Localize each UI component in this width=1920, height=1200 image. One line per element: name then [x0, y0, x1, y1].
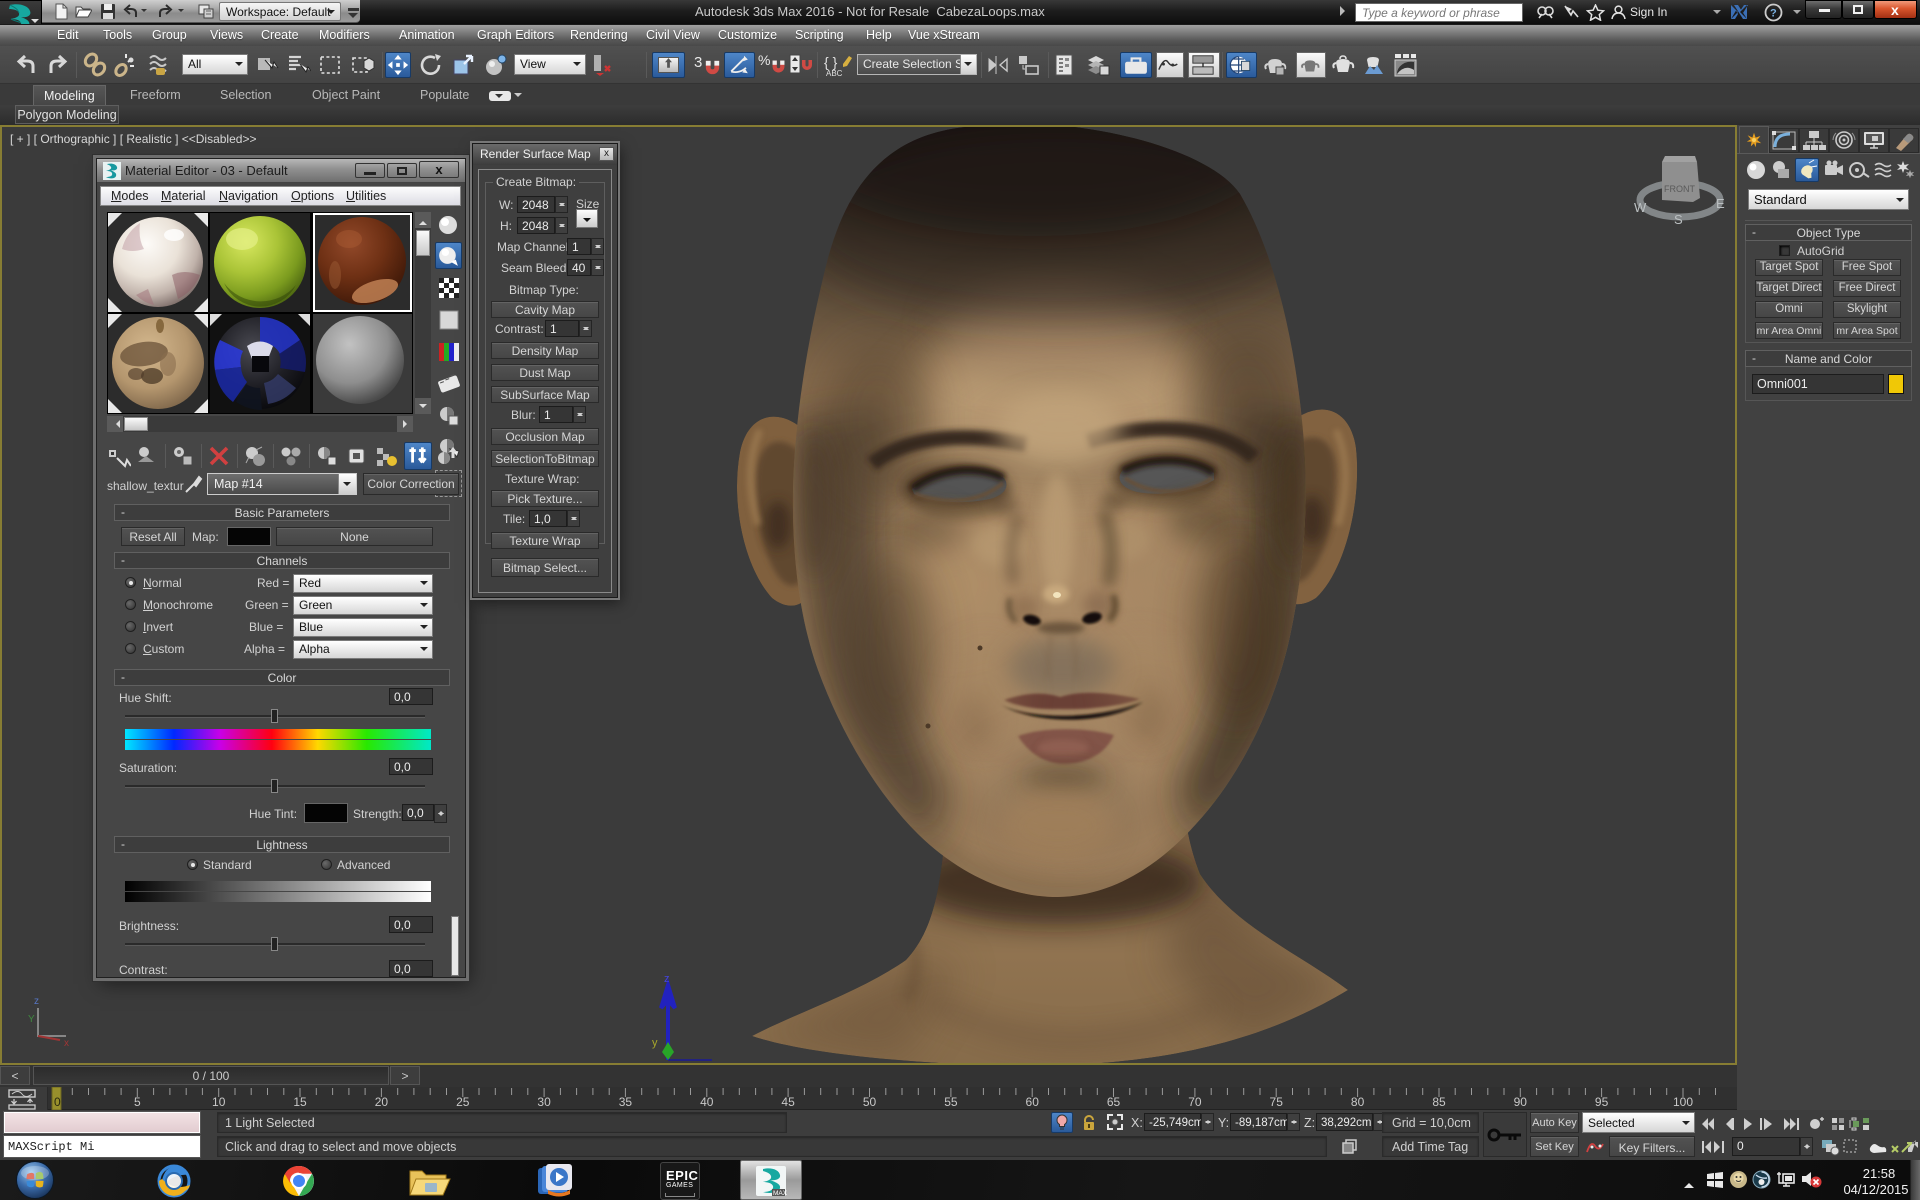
svg-text:MAX: MAX [773, 1190, 787, 1197]
svg-text:90: 90 [1514, 1095, 1528, 1109]
svg-text:85: 85 [1432, 1095, 1446, 1109]
svg-text:W: W [1634, 200, 1647, 215]
svg-text:60: 60 [1026, 1095, 1040, 1109]
svg-text:50: 50 [863, 1095, 877, 1109]
svg-text:95: 95 [1595, 1095, 1609, 1109]
svg-text:5: 5 [134, 1095, 141, 1109]
svg-text:FRONT: FRONT [1664, 184, 1695, 194]
svg-text:y: y [652, 1037, 658, 1049]
svg-text:40: 40 [700, 1095, 714, 1109]
svg-text:z: z [664, 973, 670, 985]
svg-text:E: E [1716, 196, 1725, 211]
svg-text:45: 45 [781, 1095, 795, 1109]
svg-text:65: 65 [1107, 1095, 1121, 1109]
svg-text:?: ? [1770, 8, 1777, 20]
svg-text:ABC: ABC [826, 69, 843, 78]
svg-text:35: 35 [619, 1095, 633, 1109]
svg-text:55: 55 [944, 1095, 958, 1109]
svg-text:x: x [64, 1038, 69, 1049]
svg-text:Y: Y [28, 1014, 35, 1025]
svg-text:{ }: { } [824, 54, 838, 70]
svg-text:100: 100 [1673, 1095, 1693, 1109]
svg-text:15: 15 [293, 1095, 307, 1109]
svg-text:20: 20 [375, 1095, 389, 1109]
svg-text:75: 75 [1270, 1095, 1284, 1109]
svg-text:80: 80 [1351, 1095, 1365, 1109]
svg-text:70: 70 [1188, 1095, 1202, 1109]
svg-text:0: 0 [54, 1095, 61, 1109]
svg-text:z: z [34, 996, 39, 1007]
svg-text:10: 10 [212, 1095, 226, 1109]
svg-text:25: 25 [456, 1095, 470, 1109]
svg-text:30: 30 [537, 1095, 551, 1109]
svg-text:S: S [1674, 212, 1683, 227]
